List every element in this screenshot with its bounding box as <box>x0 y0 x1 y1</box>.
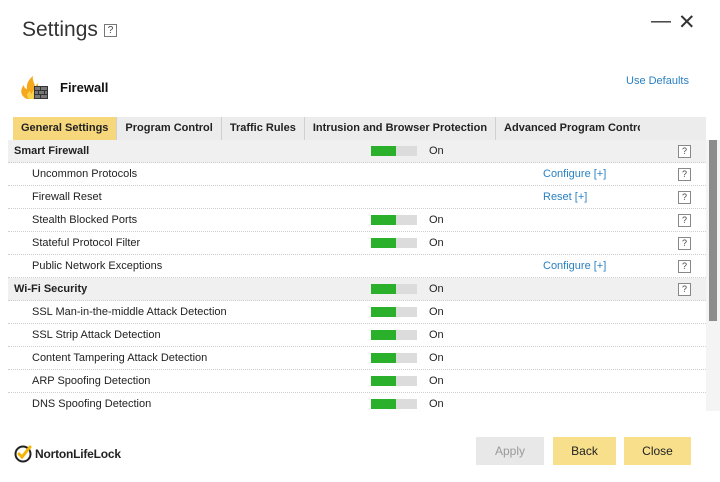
firewall-icon <box>21 76 48 99</box>
toggle-state: On <box>429 375 444 387</box>
configure-link[interactable]: Configure [+] <box>543 260 606 272</box>
toggle-switch[interactable] <box>371 238 417 248</box>
toggle-switch[interactable] <box>371 284 417 294</box>
toggle-fill <box>371 215 397 225</box>
close-button[interactable]: Close <box>624 437 691 465</box>
settings-list: Smart Firewall On ? Uncommon Protocols C… <box>8 140 706 411</box>
reset-link[interactable]: Reset [+] <box>543 191 587 203</box>
toggle-fill <box>371 330 397 340</box>
toggle-fill <box>371 238 397 248</box>
toggle-state: On <box>429 329 444 341</box>
toggle-fill <box>371 307 397 317</box>
toggle-state: On <box>429 352 444 364</box>
toggle-fill <box>371 399 397 409</box>
toggle-state: On <box>429 283 444 295</box>
tab-bar-filler <box>640 117 706 140</box>
row-uncommon-protocols: Uncommon Protocols Configure [+] ? <box>8 163 706 186</box>
row-dns-spoofing-detection: DNS Spoofing Detection On <box>8 393 706 411</box>
norton-logo: NortonLifeLock <box>14 443 121 465</box>
row-label: SSL Strip Attack Detection <box>32 329 161 341</box>
row-label: Stealth Blocked Ports <box>32 214 138 226</box>
help-icon[interactable]: ? <box>678 145 691 158</box>
toggle-switch[interactable] <box>371 353 417 363</box>
row-label: SSL Man-in-the-middle Attack Detection <box>32 306 227 318</box>
help-icon[interactable]: ? <box>678 260 691 273</box>
toggle-switch[interactable] <box>371 399 417 409</box>
tab-general-settings[interactable]: General Settings <box>13 117 118 140</box>
tab-traffic-rules[interactable]: Traffic Rules <box>221 117 305 140</box>
logo-text: NortonLifeLock <box>35 447 121 461</box>
row-label: Firewall Reset <box>32 191 102 203</box>
row-label: ARP Spoofing Detection <box>32 375 151 387</box>
toggle-fill <box>371 284 397 294</box>
row-ssl-strip-detection: SSL Strip Attack Detection On <box>8 324 706 347</box>
row-content-tampering-detection: Content Tampering Attack Detection On <box>8 347 706 370</box>
toggle-switch[interactable] <box>371 215 417 225</box>
section-smart-firewall: Smart Firewall On ? <box>8 140 706 163</box>
back-button[interactable]: Back <box>553 437 616 465</box>
toggle-switch[interactable] <box>371 330 417 340</box>
row-arp-spoofing-detection: ARP Spoofing Detection On <box>8 370 706 393</box>
row-label: Wi-Fi Security <box>14 283 88 295</box>
toggle-switch[interactable] <box>371 307 417 317</box>
toggle-switch[interactable] <box>371 146 417 156</box>
row-ssl-mitm-detection: SSL Man-in-the-middle Attack Detection O… <box>8 301 706 324</box>
tab-intrusion-browser-protection[interactable]: Intrusion and Browser Protection <box>304 117 497 140</box>
use-defaults-link[interactable]: Use Defaults <box>626 75 689 87</box>
help-icon[interactable]: ? <box>678 283 691 296</box>
minimize-button[interactable]: — <box>651 10 671 33</box>
toggle-state: On <box>429 237 444 249</box>
tab-program-control[interactable]: Program Control <box>117 117 222 140</box>
norton-check-icon <box>14 445 32 463</box>
toggle-state: On <box>429 214 444 226</box>
toggle-switch[interactable] <box>371 376 417 386</box>
apply-button[interactable]: Apply <box>476 437 544 465</box>
section-wifi-security: Wi-Fi Security On ? <box>8 278 706 301</box>
toggle-state: On <box>429 145 444 157</box>
window-title: Settings <box>22 18 98 41</box>
tab-advanced-program-control[interactable]: Advanced Program Control <box>496 117 657 140</box>
help-icon[interactable]: ? <box>678 237 691 250</box>
title-help-icon[interactable]: ? <box>104 24 117 37</box>
section-title: Firewall <box>60 80 109 95</box>
row-label: DNS Spoofing Detection <box>32 398 152 410</box>
scrollbar[interactable] <box>706 140 720 411</box>
help-icon[interactable]: ? <box>678 191 691 204</box>
close-window-button[interactable]: ✕ <box>678 10 696 35</box>
toggle-state: On <box>429 398 444 410</box>
help-icon[interactable]: ? <box>678 168 691 181</box>
row-public-network-exceptions: Public Network Exceptions Configure [+] … <box>8 255 706 278</box>
row-label: Stateful Protocol Filter <box>32 237 141 249</box>
help-icon[interactable]: ? <box>678 214 691 227</box>
row-label: Uncommon Protocols <box>32 168 138 180</box>
toggle-state: On <box>429 306 444 318</box>
row-stateful-protocol-filter: Stateful Protocol Filter On ? <box>8 232 706 255</box>
row-label: Public Network Exceptions <box>32 260 163 272</box>
row-label: Smart Firewall <box>14 145 90 157</box>
toggle-fill <box>371 353 397 363</box>
scrollbar-thumb[interactable] <box>709 140 717 321</box>
row-label: Content Tampering Attack Detection <box>32 352 208 364</box>
configure-link[interactable]: Configure [+] <box>543 168 606 180</box>
tab-bar: General Settings Program Control Traffic… <box>13 117 657 140</box>
row-stealth-blocked-ports: Stealth Blocked Ports On ? <box>8 209 706 232</box>
row-firewall-reset: Firewall Reset Reset [+] ? <box>8 186 706 209</box>
toggle-fill <box>371 146 397 156</box>
toggle-fill <box>371 376 397 386</box>
